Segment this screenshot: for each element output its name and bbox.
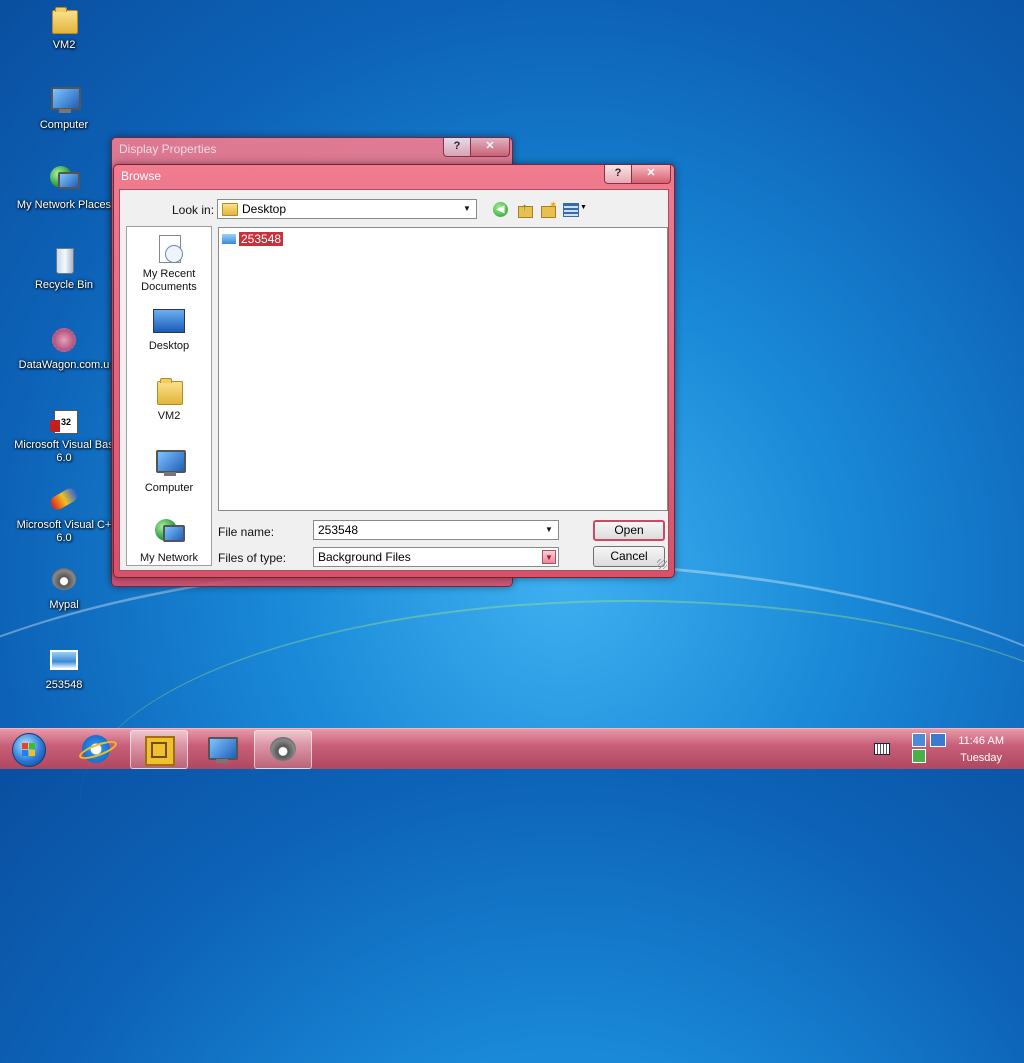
file-name-value: 253548 [318, 523, 359, 537]
taskbar-vmware[interactable] [130, 730, 188, 769]
files-of-type-value: Background Files [318, 550, 411, 564]
place-computer[interactable]: Computer [127, 447, 211, 495]
mypal-icon [270, 737, 296, 761]
clock-day: Tuesday [960, 752, 1003, 764]
desktop-icon-recycle-bin[interactable]: Recycle Bin [10, 244, 118, 292]
display-properties-help-button[interactable]: ? [443, 138, 471, 157]
computer-icon [153, 447, 186, 479]
display-properties-close-button[interactable]: ✕ [470, 138, 510, 157]
desktop-icon-253548[interactable]: 253548 [10, 644, 118, 692]
file-name-label: File name: [218, 525, 275, 539]
look-in-label: Look in: [172, 203, 215, 217]
chevron-down-icon[interactable]: ▼ [542, 550, 556, 564]
taskbar-internet-explorer[interactable] [68, 730, 124, 767]
resize-grip-icon[interactable] [657, 559, 667, 569]
monitor-tray-icon[interactable] [930, 733, 946, 747]
clock-time: 11:46 AM [958, 735, 1004, 747]
view-menu-icon[interactable]: ▼ [563, 202, 587, 217]
network-icon [153, 517, 185, 549]
places-bar: My Recent Documents Desktop VM2 Computer… [126, 226, 212, 566]
computer-icon [48, 84, 81, 116]
place-recent-documents[interactable]: My Recent Documents [127, 233, 211, 294]
browse-close-button[interactable]: ✕ [631, 165, 671, 184]
recent-documents-icon [153, 233, 185, 265]
mypal-icon [48, 564, 80, 596]
desktop-icon-vc6[interactable]: Microsoft Visual C+ 6.0 [10, 484, 118, 545]
desktop-icon-computer[interactable]: Computer [10, 84, 118, 132]
cancel-button[interactable]: Cancel [593, 546, 665, 567]
vb6-icon: 32 [48, 404, 80, 436]
vm-tray-icon[interactable] [912, 749, 926, 763]
new-folder-icon[interactable]: ✶ [540, 200, 557, 218]
desktop-icon-vb6[interactable]: 32 Microsoft Visual Bas 6.0 [10, 404, 118, 465]
back-icon[interactable]: ◀ [493, 202, 508, 217]
file-item-name: 253548 [239, 231, 284, 246]
up-folder-icon[interactable]: ↑ [517, 202, 533, 218]
desktop-icon-network[interactable]: My Network Places [10, 164, 118, 212]
browse-client-area: Look in: Desktop ▼ ◀ ↑ ✶ ▼ My Recent Doc… [119, 189, 669, 571]
desktop-icon-mypal[interactable]: Mypal [10, 564, 118, 612]
files-of-type-dropdown[interactable]: Background Files ▼ [313, 547, 559, 567]
image-file-icon [221, 232, 237, 245]
chevron-down-icon[interactable]: ▼ [542, 523, 556, 537]
desktop-icon-vm2[interactable]: VM2 [10, 4, 118, 52]
desktop-icon-datawagon[interactable]: DataWagon.com.u [10, 324, 118, 372]
folder-icon [222, 203, 238, 216]
taskbar-mypal[interactable] [254, 730, 312, 769]
files-of-type-label: Files of type: [218, 551, 287, 565]
browse-title: Browse [121, 169, 162, 183]
folder-icon [48, 4, 80, 36]
look-in-value: Desktop [242, 202, 287, 216]
computer-icon [205, 734, 238, 766]
image-file-icon [48, 644, 80, 676]
network-status-icon[interactable] [912, 733, 926, 747]
taskbar-clock[interactable]: 11:46 AM Tuesday [958, 733, 1004, 767]
place-vm2[interactable]: VM2 [127, 375, 211, 423]
windows-orb-icon [12, 733, 46, 767]
look-in-dropdown[interactable]: Desktop ▼ [217, 199, 477, 219]
place-network[interactable]: My Network [127, 517, 211, 565]
browse-help-button[interactable]: ? [604, 165, 632, 184]
taskbar: 11:46 AM Tuesday [0, 728, 1024, 769]
keyboard-icon[interactable] [874, 743, 890, 755]
taskbar-computer[interactable] [192, 730, 248, 767]
place-desktop[interactable]: Desktop [127, 305, 211, 353]
browse-dialog[interactable]: Browse ? ✕ Look in: Desktop ▼ ◀ ↑ ✶ ▼ My… [113, 164, 675, 578]
file-item[interactable]: 253548 [221, 231, 284, 246]
start-button[interactable] [4, 730, 52, 767]
datawagon-icon [48, 324, 80, 356]
file-name-combobox[interactable]: 253548 ▼ [313, 520, 559, 540]
recycle-bin-icon [48, 244, 80, 276]
file-list[interactable]: 253548 [218, 227, 668, 511]
vmware-icon [145, 736, 175, 766]
chevron-down-icon: ▼ [463, 204, 471, 213]
network-icon [48, 164, 80, 196]
open-button[interactable]: Open [593, 520, 665, 541]
desktop-icon [153, 305, 185, 337]
display-properties-title: Display Properties [119, 142, 217, 156]
folder-icon [153, 375, 185, 407]
vc6-icon [48, 484, 80, 516]
